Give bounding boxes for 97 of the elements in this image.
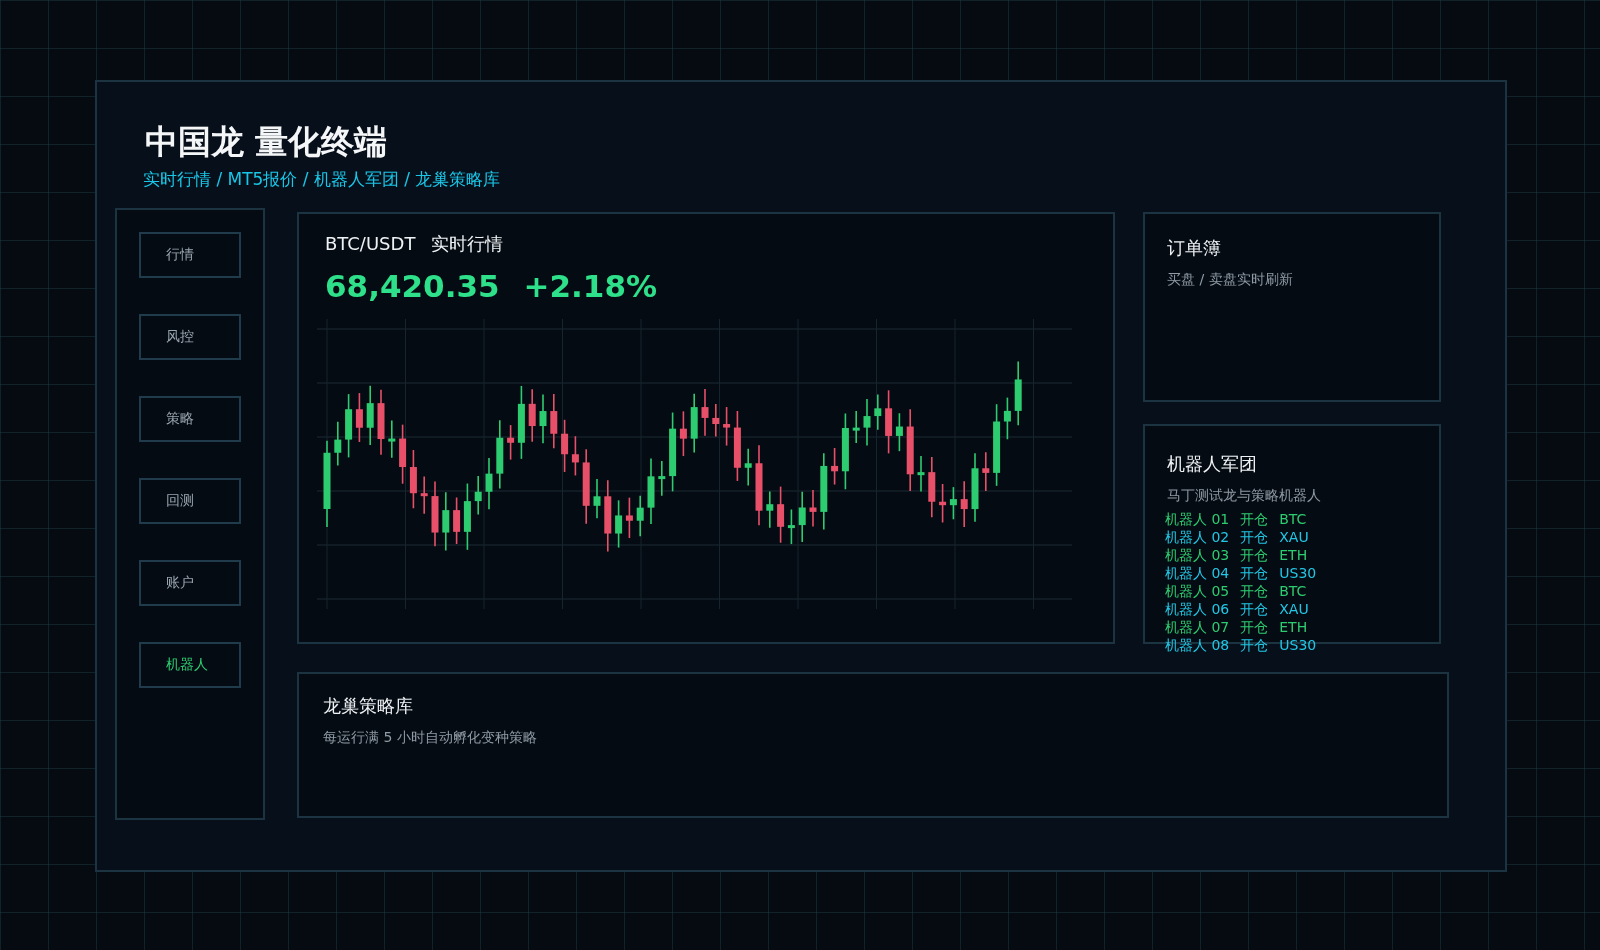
candle <box>939 483 947 524</box>
candle <box>766 490 774 529</box>
robot-name: 机器人 07 <box>1165 617 1230 636</box>
candle <box>744 448 752 487</box>
sidebar-item[interactable]: 账户 <box>139 559 241 606</box>
panel-subtitle: 马丁测试龙与策略机器人 <box>1166 485 1322 505</box>
candle <box>539 393 547 445</box>
app-title: 中国龙 量化终端 <box>145 122 389 162</box>
robot-name: 机器人 04 <box>1165 563 1230 582</box>
change-value: +2.18% <box>523 266 658 306</box>
sidebar-item[interactable]: 策略 <box>139 395 241 442</box>
sidebar-item[interactable]: 行情 <box>139 231 241 278</box>
candle <box>852 410 860 444</box>
robot-symbol: ETH <box>1279 545 1308 564</box>
candle <box>431 480 439 548</box>
candle <box>399 424 407 485</box>
candle <box>366 385 374 446</box>
symbol-label: BTC/USDT <box>325 231 416 256</box>
robot-action: 开仓 <box>1240 599 1269 618</box>
candle <box>809 489 817 528</box>
panel-title: 龙巢策略库 <box>323 693 414 718</box>
candle <box>701 388 709 437</box>
candle <box>420 476 428 515</box>
candle <box>885 389 893 455</box>
panel-title: 订单簿 <box>1167 235 1222 260</box>
robot-symbol: US30 <box>1279 635 1317 654</box>
candle <box>334 421 342 467</box>
candle <box>1014 360 1022 427</box>
robot-symbol: ETH <box>1279 617 1308 636</box>
candle <box>723 406 731 447</box>
price-value: 68,420.35 <box>325 266 500 306</box>
candle <box>388 419 396 459</box>
candle <box>377 389 385 456</box>
robot-action: 开仓 <box>1240 617 1269 636</box>
candle <box>917 455 925 493</box>
robot-action: 开仓 <box>1240 527 1269 546</box>
candle <box>561 419 569 473</box>
candle <box>777 486 785 544</box>
candle <box>1003 396 1011 441</box>
candle <box>647 457 655 526</box>
candle <box>679 410 687 458</box>
candle <box>496 419 504 490</box>
robot-name: 机器人 01 <box>1165 509 1230 528</box>
candle <box>874 393 882 431</box>
candle <box>690 393 698 454</box>
candle <box>712 403 720 438</box>
robot-symbol: US30 <box>1279 563 1317 582</box>
candle <box>615 499 623 549</box>
robot-action: 开仓 <box>1240 581 1269 600</box>
robot-action: 开仓 <box>1240 635 1269 654</box>
panel-subtitle: 每运行满 5 小时自动孵化变种策略 <box>323 727 538 747</box>
robot-symbol: XAU <box>1279 527 1309 546</box>
robot-name: 机器人 06 <box>1165 599 1230 618</box>
candle <box>971 452 979 523</box>
robot-action: 开仓 <box>1240 509 1269 528</box>
candle <box>625 497 633 540</box>
candle <box>733 410 741 482</box>
candle <box>960 480 968 528</box>
candle <box>593 478 601 520</box>
candle <box>895 412 903 453</box>
sidebar-item[interactable]: 回测 <box>139 477 241 524</box>
candle <box>507 424 515 461</box>
robot-action: 开仓 <box>1240 563 1269 582</box>
robot-name: 机器人 05 <box>1165 581 1230 600</box>
robot-symbol: BTC <box>1279 581 1307 600</box>
candle <box>949 486 957 521</box>
breadcrumb-subtitle: 实时行情 / MT5报价 / 机器人军团 / 龙巢策略库 <box>143 167 502 190</box>
candle <box>453 496 461 545</box>
panel-subtitle: 买盘 / 卖盘实时刷新 <box>1167 269 1294 289</box>
panel-title: 实时行情 <box>431 231 504 256</box>
candle <box>982 451 990 492</box>
candle <box>474 475 482 516</box>
candle <box>345 393 353 459</box>
candle <box>798 491 806 544</box>
candle <box>409 449 417 510</box>
robot-symbol: BTC <box>1279 509 1307 528</box>
candle <box>355 392 363 443</box>
candle <box>442 491 450 552</box>
panel-title: 机器人军团 <box>1166 451 1258 476</box>
candle <box>485 457 493 511</box>
candle <box>658 460 666 497</box>
candle <box>787 508 795 546</box>
robot-name: 机器人 02 <box>1165 527 1230 546</box>
candle <box>636 495 644 538</box>
candle <box>528 388 536 443</box>
candle <box>550 393 558 450</box>
sidebar-item[interactable]: 机器人 <box>139 641 241 688</box>
robot-action: 开仓 <box>1240 545 1269 564</box>
candle <box>463 482 471 551</box>
robot-name: 机器人 08 <box>1165 635 1230 654</box>
candle <box>863 398 871 447</box>
robot-symbol: XAU <box>1279 599 1309 618</box>
candle <box>831 447 839 486</box>
candle <box>571 435 579 477</box>
robot-name: 机器人 03 <box>1165 545 1230 564</box>
candle <box>928 456 936 519</box>
sidebar-item[interactable]: 风控 <box>139 313 241 360</box>
